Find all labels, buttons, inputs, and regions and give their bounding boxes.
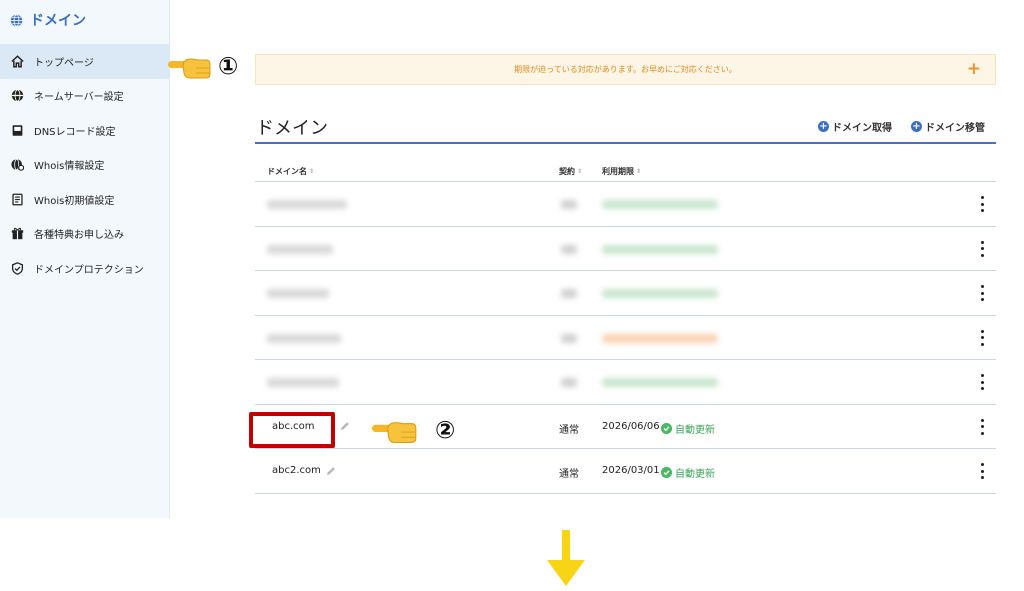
- plus-circle-icon: +: [818, 121, 829, 132]
- pointing-hand-icon: [168, 58, 211, 79]
- domain-name-link[interactable]: abc2.com: [272, 465, 321, 476]
- redacted-domain: [267, 244, 333, 254]
- sort-icon: ⇕: [577, 168, 583, 175]
- book-icon: [12, 124, 23, 136]
- shield-icon: [11, 261, 24, 275]
- redacted-contract: [561, 200, 577, 209]
- screen: { "sidebar": { "title": "ドメイン", "items":…: [0, 0, 1024, 591]
- sidebar-item-label: ドメインプロテクション: [34, 264, 144, 276]
- redacted-expiry: [602, 333, 718, 343]
- row-menu-button[interactable]: [981, 285, 985, 301]
- header-domain[interactable]: ドメイン名 ⇕: [267, 166, 314, 177]
- sidebar-item-nameserver[interactable]: ネームサーバー設定: [0, 79, 170, 114]
- sidebar-title: ドメイン: [30, 13, 86, 29]
- page-title: ドメイン: [256, 118, 328, 139]
- annotation-marker-1: ①: [218, 52, 239, 80]
- table-row-redacted: [255, 182, 996, 227]
- highlight-box: [249, 412, 335, 448]
- sort-icon: ⇕: [636, 168, 642, 175]
- redacted-expiry: [602, 200, 718, 209]
- redacted-expiry: [602, 378, 718, 387]
- arrow-down-icon: [547, 530, 585, 586]
- redacted-domain: [267, 378, 339, 387]
- table-row-redacted: [255, 316, 996, 360]
- sidebar-item-benefits[interactable]: 各種特典お申し込み: [0, 217, 170, 252]
- table-row: abc.com 通常 2026/06/06 自動更新: [255, 405, 996, 449]
- sidebar-item-label: DNSレコード設定: [34, 126, 116, 138]
- expiry-date: 2026/03/01: [602, 465, 660, 476]
- redacted-contract: [561, 244, 577, 254]
- auto-renew-status: 自動更新: [661, 465, 715, 480]
- sidebar-item-top-page[interactable]: トップページ: [0, 44, 170, 79]
- sidebar-item-label: ネームサーバー設定: [34, 92, 124, 104]
- pencil-icon[interactable]: [326, 466, 336, 476]
- contract-type: 通常: [559, 469, 579, 480]
- row-menu-button[interactable]: [981, 374, 985, 390]
- redacted-contract: [561, 289, 577, 298]
- row-menu-button[interactable]: [981, 329, 985, 346]
- gift-icon: [11, 228, 24, 240]
- table-header: ドメイン名 ⇕ 契約 ⇕ 利用期限 ⇕: [255, 160, 996, 182]
- deadline-alert-banner[interactable]: 期限が迫っている対応があります。お早めにご対応ください。 +: [255, 54, 996, 85]
- sidebar-brand: ドメイン: [10, 10, 86, 30]
- sidebar-item-label: トップページ: [34, 57, 94, 69]
- contract-type: 通常: [559, 424, 579, 436]
- table-row: abc2.com 通常 2026/03/01 自動更新: [255, 449, 996, 494]
- auto-renew-status: 自動更新: [661, 421, 715, 436]
- table-row-redacted: [255, 271, 996, 316]
- pointing-hand-icon: [372, 422, 417, 443]
- redacted-contract: [561, 378, 577, 387]
- expiry-date: 2026/06/06: [602, 420, 660, 432]
- row-menu-button[interactable]: [981, 463, 985, 479]
- transfer-domain-button[interactable]: + ドメイン移管: [911, 119, 985, 134]
- globe-icon: [11, 89, 24, 102]
- sort-icon: ⇕: [309, 168, 315, 175]
- header-contract[interactable]: 契約 ⇕: [559, 166, 582, 177]
- redacted-contract: [561, 333, 577, 343]
- table-row-redacted: [255, 360, 996, 405]
- redacted-domain: [267, 289, 329, 298]
- alert-message: 期限が迫っている対応があります。お早めにご対応ください。: [514, 65, 737, 74]
- globe-gear-icon: [11, 159, 24, 172]
- sidebar-nav: トップページ ネームサーバー設定 DNSレコード設定 Whois情報設定 Who…: [0, 44, 170, 286]
- sidebar: ドメイン トップページ ネームサーバー設定 DNSレコード設定 Whois情報設…: [0, 0, 170, 518]
- alert-expand-button[interactable]: +: [967, 59, 981, 79]
- sidebar-item-whois-default[interactable]: Whois初期値設定: [0, 182, 170, 217]
- header-expiry[interactable]: 利用期限 ⇕: [602, 166, 641, 177]
- redacted-domain: [267, 333, 341, 343]
- check-circle-icon: [661, 467, 672, 478]
- home-icon: [11, 54, 24, 68]
- sidebar-item-whois-info[interactable]: Whois情報設定: [0, 148, 170, 183]
- redacted-expiry: [602, 244, 718, 254]
- sidebar-item-protection[interactable]: ドメインプロテクション: [0, 251, 170, 286]
- redacted-domain: [267, 200, 347, 209]
- check-circle-icon: [661, 422, 672, 434]
- sidebar-item-label: 各種特典お申し込み: [34, 230, 124, 242]
- sidebar-item-dns-record[interactable]: DNSレコード設定: [0, 113, 170, 148]
- pencil-icon[interactable]: [340, 421, 350, 431]
- plus-circle-icon: +: [911, 121, 922, 132]
- annotation-marker-2: ②: [435, 416, 456, 444]
- row-menu-button[interactable]: [981, 240, 985, 257]
- sidebar-item-label: Whois情報設定: [34, 161, 105, 173]
- row-menu-button[interactable]: [981, 196, 985, 212]
- acquire-domain-button[interactable]: + ドメイン取得: [818, 119, 892, 134]
- domain-table: ドメイン名 ⇕ 契約 ⇕ 利用期限 ⇕ abc.com 通常 2026/06/0…: [255, 160, 996, 494]
- document-icon: [12, 193, 23, 206]
- globe-icon: [10, 13, 23, 27]
- title-divider: [255, 142, 996, 144]
- table-row-redacted: [255, 227, 996, 271]
- row-menu-button[interactable]: [981, 418, 985, 435]
- redacted-expiry: [602, 289, 718, 298]
- sidebar-item-label: Whois初期値設定: [34, 195, 115, 207]
